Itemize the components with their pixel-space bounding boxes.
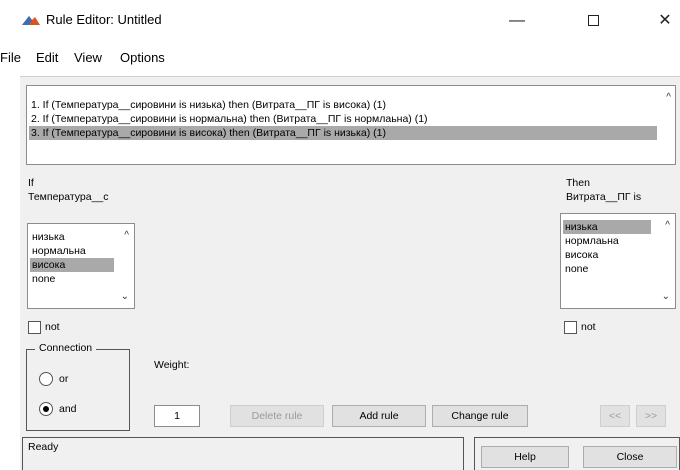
minimize-button[interactable]: — — [497, 8, 537, 34]
if-not-label: not — [45, 321, 60, 333]
delete-rule-button[interactable]: Delete rule — [230, 405, 324, 427]
status-bar: Ready — [22, 437, 464, 470]
then-variable-label: Витрата__ПГ is — [566, 191, 642, 203]
close-button[interactable]: Close — [583, 446, 677, 468]
chevron-up-icon[interactable]: ^ — [665, 220, 670, 231]
close-window-button[interactable]: ✕ — [645, 8, 680, 34]
add-rule-button[interactable]: Add rule — [332, 405, 426, 427]
rule-item[interactable]: 2. If (Температура__сировини is нормальн… — [29, 112, 428, 126]
then-not-label: not — [581, 321, 596, 333]
then-membership-list[interactable]: низька нормлаьна висока none ^ ⌄ — [560, 213, 676, 309]
next-rule-button[interactable]: >> — [636, 405, 666, 427]
list-item[interactable]: висока — [563, 248, 651, 262]
rule-editor-panel: 1. If (Температура__сировини is низька) … — [20, 76, 680, 470]
menu-edit[interactable]: Edit — [36, 50, 58, 65]
prev-rule-button[interactable]: << — [600, 405, 630, 427]
then-not-checkbox[interactable] — [564, 321, 577, 334]
list-item[interactable]: none — [563, 262, 651, 276]
menu-options[interactable]: Options — [120, 50, 165, 65]
app-icon — [22, 14, 40, 28]
if-label: If — [28, 177, 34, 189]
if-variable-label: Температура__с — [28, 191, 109, 203]
menu-bar: File Edit View Options — [0, 42, 680, 72]
and-label: and — [59, 403, 77, 415]
list-item[interactable]: низька — [30, 230, 114, 244]
rule-item-selected[interactable]: 3. If (Температура__сировини is висока) … — [29, 126, 657, 140]
chevron-down-icon[interactable]: ⌄ — [662, 291, 670, 302]
chevron-down-icon[interactable]: ⌄ — [121, 291, 129, 302]
title-bar: Rule Editor: Untitled — ✕ — [0, 0, 680, 42]
list-item-selected[interactable]: висока — [30, 258, 114, 272]
then-label: Then — [566, 177, 590, 189]
weight-label: Weight: — [154, 359, 190, 371]
if-not-checkbox[interactable] — [28, 321, 41, 334]
weight-input[interactable]: 1 — [154, 405, 200, 427]
change-rule-button[interactable]: Change rule — [432, 405, 528, 427]
window-title: Rule Editor: Untitled — [46, 12, 162, 27]
list-item-selected[interactable]: низька — [563, 220, 651, 234]
bottom-buttons-group: Help Close — [474, 437, 680, 470]
list-item[interactable]: нормлаьна — [563, 234, 651, 248]
list-item[interactable]: нормальна — [30, 244, 114, 258]
menu-view[interactable]: View — [74, 50, 102, 65]
help-button[interactable]: Help — [481, 446, 569, 468]
maximize-icon — [587, 15, 599, 27]
rules-list[interactable]: 1. If (Температура__сировини is низька) … — [26, 85, 676, 165]
connection-group: Connection or and — [26, 342, 130, 431]
radio-selected-dot — [43, 406, 49, 412]
rule-item[interactable]: 1. If (Температура__сировини is низька) … — [29, 98, 386, 112]
if-membership-list[interactable]: низька нормальна висока none ^ ⌄ — [27, 223, 135, 309]
chevron-up-icon[interactable]: ^ — [666, 92, 671, 103]
maximize-button[interactable] — [573, 8, 613, 34]
list-item[interactable]: none — [30, 272, 114, 286]
chevron-up-icon[interactable]: ^ — [124, 230, 129, 241]
status-text: Ready — [28, 441, 59, 453]
or-radio[interactable] — [39, 372, 53, 386]
and-radio[interactable] — [39, 402, 53, 416]
or-label: or — [59, 373, 69, 385]
menu-file[interactable]: File — [0, 50, 21, 65]
connection-legend: Connection — [35, 342, 97, 354]
